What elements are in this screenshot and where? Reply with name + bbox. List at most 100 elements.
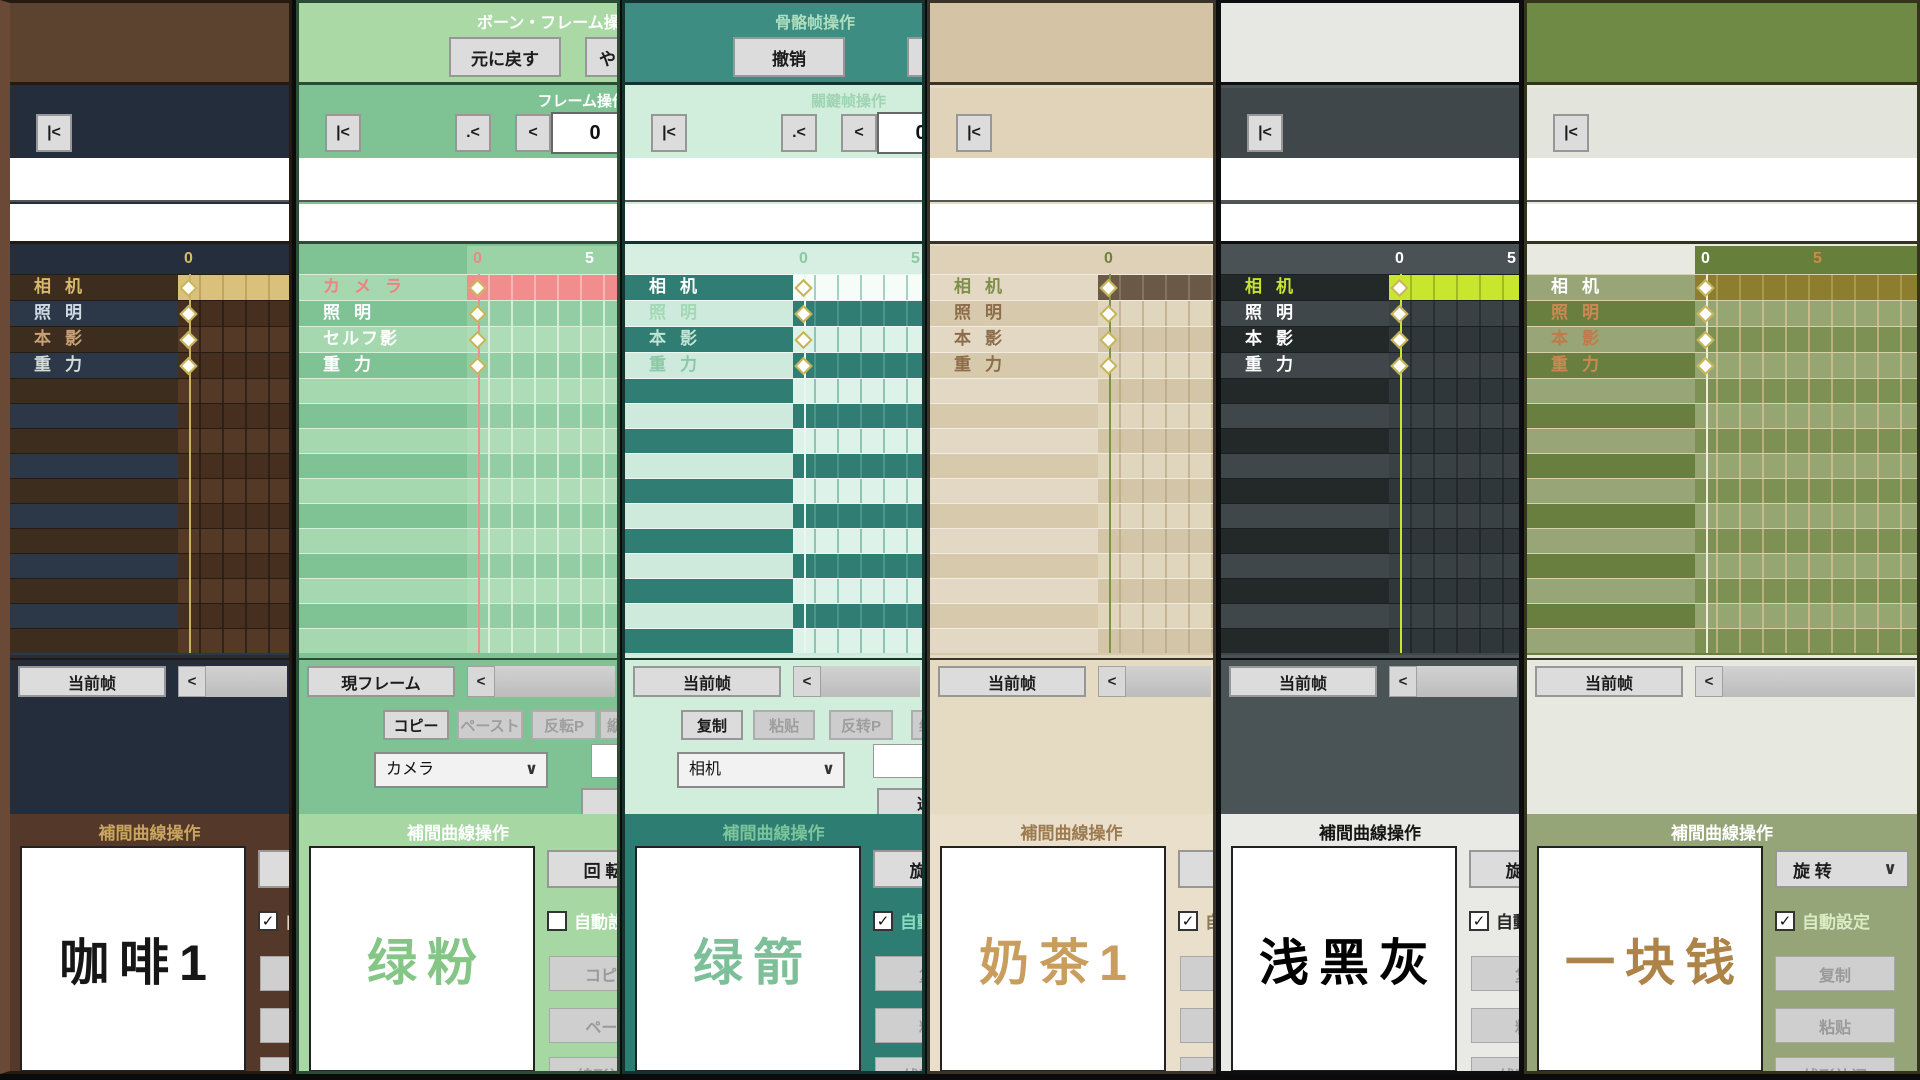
paste-button[interactable]: ペースト: [457, 710, 523, 740]
keyframe-diamond-icon[interactable]: [1099, 304, 1117, 322]
timeline-grid-row[interactable]: [1098, 274, 1213, 300]
model-name-field[interactable]: [625, 158, 922, 202]
timeline-grid-row[interactable]: [793, 528, 922, 553]
track-label[interactable]: カメラ: [299, 274, 467, 300]
timeline-grid-row[interactable]: [467, 453, 617, 478]
prev-keyframe-button[interactable]: .<: [781, 114, 817, 152]
model-name-field[interactable]: [1527, 158, 1917, 202]
go-to-start-button[interactable]: |<: [956, 114, 992, 152]
curve-copy-button[interactable]: 复制: [260, 956, 292, 991]
bone-name-field[interactable]: [299, 204, 617, 244]
timeline-grid-row[interactable]: [1389, 274, 1519, 300]
track-label[interactable]: 相机: [10, 274, 178, 300]
timeline-grid-row[interactable]: [1389, 628, 1519, 653]
current-frame-button[interactable]: 当前帧: [18, 666, 166, 697]
timeline-grid-row[interactable]: [178, 403, 289, 428]
keyframe-diamond-icon[interactable]: [1099, 356, 1117, 374]
timeline-grid-row[interactable]: [1098, 578, 1213, 603]
scrollbar-track[interactable]: [206, 666, 287, 697]
timeline-grid-row[interactable]: [467, 578, 617, 603]
track-label[interactable]: セルフ影: [299, 326, 467, 352]
timeline-grid-row[interactable]: [467, 352, 617, 378]
track-label[interactable]: 重力: [1527, 352, 1695, 378]
timeline-scrollbar[interactable]: <: [1389, 666, 1517, 697]
scroll-left-icon[interactable]: <: [467, 666, 495, 697]
track-label[interactable]: 照明: [625, 300, 793, 326]
vertical-copy-button[interactable]: 縦: [599, 710, 620, 740]
timeline-grid-row[interactable]: [1389, 478, 1519, 503]
timeline-frame-ruler[interactable]: 0 5: [299, 246, 617, 274]
copy-button[interactable]: コピー: [383, 710, 449, 740]
curve-copy-button[interactable]: 复制: [1180, 956, 1216, 991]
timeline-grid-row[interactable]: [1695, 352, 1917, 378]
track-label[interactable]: 本影: [625, 326, 793, 352]
top-button[interactable]: 撤销: [733, 37, 845, 77]
linear-interpolation-button[interactable]: 线形补间: [1471, 1057, 1522, 1074]
auto-set-checkbox[interactable]: ✓: [1178, 911, 1198, 931]
timeline-grid-row[interactable]: [1098, 378, 1213, 403]
linear-interpolation-button[interactable]: 線形補間: [549, 1057, 620, 1074]
bone-name-field[interactable]: [1221, 204, 1519, 244]
current-frame-button[interactable]: 現フレーム: [307, 666, 455, 697]
scroll-left-icon[interactable]: <: [1695, 666, 1723, 697]
auto-set-option[interactable]: ✓ 自動設定: [1469, 908, 1522, 933]
bone-name-field[interactable]: [10, 204, 289, 244]
timeline-grid-row[interactable]: [793, 628, 922, 653]
keyframe-diamond-icon[interactable]: [1696, 278, 1714, 296]
go-to-start-button[interactable]: |<: [1553, 114, 1589, 152]
auto-set-option[interactable]: ✓ 自動設定: [258, 908, 292, 933]
auto-set-checkbox[interactable]: ✓: [1469, 911, 1489, 931]
curve-copy-button[interactable]: 复制: [1471, 956, 1522, 991]
timeline-grid-row[interactable]: [793, 352, 922, 378]
timeline-grid-row[interactable]: [467, 503, 617, 528]
go-to-start-button[interactable]: |<: [36, 114, 72, 152]
timeline-grid-row[interactable]: [1695, 428, 1917, 453]
auto-set-option[interactable]: ✓ 自動設定: [1178, 908, 1216, 933]
prev-frame-button[interactable]: <: [515, 114, 551, 152]
curve-copy-button[interactable]: 复制: [1775, 956, 1895, 991]
timeline-grid-row[interactable]: [1389, 326, 1519, 352]
timeline-grid-row[interactable]: [467, 403, 617, 428]
timeline-grid-row[interactable]: [1098, 603, 1213, 628]
timeline-grid-row[interactable]: [467, 378, 617, 403]
target-select-dropdown[interactable]: 相机 ∨: [677, 752, 845, 788]
timeline-grid-row[interactable]: [793, 603, 922, 628]
timeline-grid-row[interactable]: [1098, 428, 1213, 453]
keyframe-diamond-icon[interactable]: [468, 356, 486, 374]
go-to-start-button[interactable]: |<: [325, 114, 361, 152]
frame-number-input[interactable]: [551, 112, 620, 154]
timeline-grid-row[interactable]: [1695, 378, 1917, 403]
curve-copy-button[interactable]: 复制: [875, 956, 925, 991]
timeline-grid-row[interactable]: [1098, 528, 1213, 553]
timeline-grid-row[interactable]: [793, 503, 922, 528]
range-frame-input[interactable]: [591, 744, 620, 778]
model-name-field[interactable]: [299, 158, 617, 202]
top-button[interactable]: 元に戻す: [449, 37, 561, 77]
auto-set-checkbox[interactable]: [547, 911, 567, 931]
linear-interpolation-button[interactable]: 线形补间: [1775, 1057, 1895, 1074]
keyframe-diamond-icon[interactable]: [1696, 356, 1714, 374]
timeline-grid-row[interactable]: [793, 453, 922, 478]
keyframe-diamond-icon[interactable]: [179, 356, 197, 374]
keyframe-diamond-icon[interactable]: [179, 330, 197, 348]
timeline-grid-row[interactable]: [1695, 603, 1917, 628]
current-frame-button[interactable]: 当前帧: [1535, 666, 1683, 697]
timeline-grid-row[interactable]: [1389, 378, 1519, 403]
keyframe-diamond-icon[interactable]: [1099, 330, 1117, 348]
timeline-grid-row[interactable]: [793, 378, 922, 403]
timeline-grid-row[interactable]: [178, 378, 289, 403]
timeline-grid-row[interactable]: [1389, 528, 1519, 553]
timeline-grid-row[interactable]: [178, 578, 289, 603]
timeline-grid-row[interactable]: [793, 428, 922, 453]
timeline-grid-row[interactable]: [467, 428, 617, 453]
timeline-grid-row[interactable]: [467, 553, 617, 578]
timeline-frame-ruler[interactable]: 0 5: [1221, 246, 1519, 274]
track-label[interactable]: 重力: [930, 352, 1098, 378]
target-select-dropdown[interactable]: カメラ ∨: [374, 752, 548, 788]
scroll-left-icon[interactable]: <: [1389, 666, 1417, 697]
timeline-grid-row[interactable]: [1695, 628, 1917, 653]
track-label[interactable]: 相机: [1527, 274, 1695, 300]
timeline-grid-row[interactable]: [178, 503, 289, 528]
timeline-grid-row[interactable]: [1389, 428, 1519, 453]
timeline-grid-row[interactable]: [178, 453, 289, 478]
